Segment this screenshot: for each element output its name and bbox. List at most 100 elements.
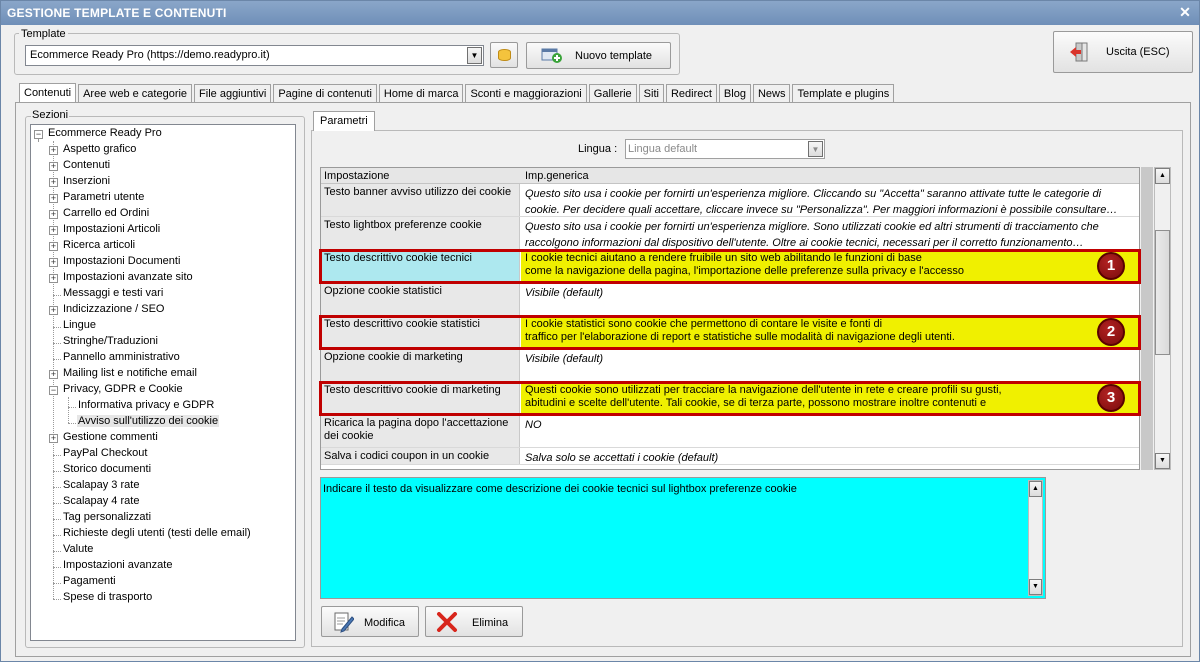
language-select[interactable]: Lingua default ▼	[625, 139, 825, 159]
tab-file-aggiuntivi[interactable]: File aggiuntivi	[194, 84, 272, 103]
tree-item[interactable]: Impostazioni avanzate	[49, 559, 173, 575]
tree-item[interactable]: + Mailing list e notifiche email	[49, 367, 198, 383]
scroll-up-icon[interactable]: ▲	[1155, 168, 1170, 184]
tree-item[interactable]: Scalapay 4 rate	[49, 495, 140, 511]
description-scrollbar[interactable]: ▲ ▼	[1028, 480, 1043, 596]
collapse-icon[interactable]: −	[34, 130, 43, 139]
tree-item[interactable]: + Indicizzazione / SEO	[49, 303, 166, 319]
expand-icon[interactable]: +	[49, 178, 58, 187]
number-badge: 2	[1097, 318, 1125, 346]
setting-name-cell: Salva i codici coupon in un cookie	[321, 448, 520, 464]
tree-root[interactable]: − Ecommerce Ready Pro	[33, 127, 163, 143]
new-template-button[interactable]: Nuovo template	[526, 42, 671, 69]
tree-item[interactable]: Pannello amministrativo	[49, 351, 181, 367]
tree-item[interactable]: PayPal Checkout	[49, 447, 148, 463]
expand-icon[interactable]: +	[49, 194, 58, 203]
grid-row[interactable]: Opzione cookie statistici Visibile (defau…	[321, 283, 1139, 316]
template-select[interactable]: Ecommerce Ready Pro (https://demo.readyp…	[25, 45, 484, 66]
scroll-thumb[interactable]	[1155, 230, 1170, 355]
scroll-up-icon[interactable]: ▲	[1029, 481, 1042, 497]
database-icon	[498, 49, 511, 61]
tree-item[interactable]: + Gestione commenti	[49, 431, 159, 447]
tree-item[interactable]: + Parametri utente	[49, 191, 145, 207]
exit-button[interactable]: Uscita (ESC)	[1053, 31, 1193, 73]
tree-item-label: Impostazioni avanzate sito	[63, 271, 193, 283]
description-textarea[interactable]: Indicare il testo da visualizzare come d…	[320, 477, 1046, 599]
tab-redirect[interactable]: Redirect	[665, 84, 717, 103]
tree-item[interactable]: Pagamenti	[49, 575, 117, 591]
modify-button[interactable]: Modifica	[321, 606, 419, 637]
close-icon[interactable]: ✕	[1179, 4, 1191, 21]
tree-item[interactable]: + Impostazioni avanzate sito	[49, 271, 194, 287]
grid-header: Impostazione Imp.generica	[321, 168, 1139, 184]
scroll-down-icon[interactable]: ▼	[1155, 453, 1170, 469]
tree-item[interactable]: Scalapay 3 rate	[49, 479, 140, 495]
expand-icon[interactable]: +	[49, 274, 58, 283]
delete-button[interactable]: Elimina	[425, 606, 523, 637]
grid-row[interactable]: Testo descrittivo cookie tecnici I cookie…	[321, 250, 1139, 283]
title-bar: GESTIONE TEMPLATE E CONTENUTI ✕	[1, 1, 1199, 25]
tree-item[interactable]: Storico documenti	[49, 463, 152, 479]
settings-grid[interactable]: Impostazione Imp.generica Testo banner a…	[320, 167, 1140, 470]
tab-sconti[interactable]: Sconti e maggiorazioni	[465, 84, 587, 103]
tree-item[interactable]: Stringhe/Traduzioni	[49, 335, 159, 351]
tree-item[interactable]: Tag personalizzati	[49, 511, 152, 527]
value-line: Questi cookie sono utilizzati per tracci…	[525, 384, 1002, 396]
tab-pagine-contenuti[interactable]: Pagine di contenuti	[273, 84, 377, 103]
tab-contenuti[interactable]: Contenuti	[19, 83, 77, 103]
tab-template-plugins[interactable]: Template e plugins	[792, 84, 895, 103]
tab-siti[interactable]: Siti	[638, 84, 664, 103]
tree-item[interactable]: + Impostazioni Documenti	[49, 255, 181, 271]
tree-item[interactable]: + Carrello ed Ordini	[49, 207, 150, 223]
tab-home-marca[interactable]: Home di marca	[378, 84, 464, 103]
collapse-icon[interactable]: −	[49, 386, 58, 395]
grid-gutter	[1141, 167, 1153, 470]
tab-news[interactable]: News	[752, 84, 791, 103]
tree-item[interactable]: Richieste degli utenti (testi delle emai…	[49, 527, 252, 543]
chevron-down-icon[interactable]: ▼	[808, 141, 823, 157]
sections-tree[interactable]: − Ecommerce Ready Pro + Aspetto grafico + C…	[30, 124, 296, 641]
scroll-down-icon[interactable]: ▼	[1029, 579, 1042, 595]
tree-item[interactable]: Avviso sull'utilizzo dei cookie	[64, 415, 220, 431]
tree-item[interactable]: + Contenuti	[49, 159, 111, 175]
chevron-down-icon[interactable]: ▼	[467, 47, 482, 64]
grid-row[interactable]: Opzione cookie di marketing Visibile (def…	[321, 349, 1139, 382]
tree-item[interactable]: + Aspetto grafico	[49, 143, 137, 159]
template-database-button[interactable]	[490, 42, 518, 68]
expand-icon[interactable]: +	[49, 434, 58, 443]
expand-icon[interactable]: +	[49, 146, 58, 155]
tab-parametri[interactable]: Parametri	[313, 111, 375, 131]
tree-item[interactable]: + Ricerca articoli	[49, 239, 136, 255]
grid-scrollbar[interactable]: ▲ ▼	[1154, 167, 1171, 470]
expand-icon[interactable]: +	[49, 370, 58, 379]
sections-label: Sezioni	[31, 109, 70, 121]
tree-item-label: Lingue	[63, 319, 97, 331]
grid-row[interactable]: Testo descrittivo cookie di marketing Que…	[321, 382, 1139, 415]
expand-icon[interactable]: +	[49, 162, 58, 171]
expand-icon[interactable]: +	[49, 258, 58, 267]
tree-item[interactable]: − Privacy, GDPR e Cookie	[49, 383, 184, 399]
value-line: traffico per l'elaborazione di report e …	[525, 331, 955, 343]
grid-row[interactable]: Testo banner avviso utilizzo dei cookie Q…	[321, 184, 1139, 217]
grid-row[interactable]: Testo descrittivo cookie statistici I coo…	[321, 316, 1139, 349]
tree-item[interactable]: Informativa privacy e GDPR	[64, 399, 215, 415]
tree-item[interactable]: Lingue	[49, 319, 97, 335]
tree-item[interactable]: Valute	[49, 543, 94, 559]
expand-icon[interactable]: +	[49, 242, 58, 251]
expand-icon[interactable]: +	[49, 306, 58, 315]
tree-item[interactable]: Spese di trasporto	[49, 591, 153, 607]
tab-gallerie[interactable]: Gallerie	[588, 84, 637, 103]
expand-icon[interactable]: +	[49, 226, 58, 235]
tree-item[interactable]: + Inserzioni	[49, 175, 111, 191]
grid-row[interactable]: Testo lightbox preferenze cookie Questo s…	[321, 217, 1139, 250]
tab-blog[interactable]: Blog	[718, 84, 751, 103]
tab-aree-web[interactable]: Aree web e categorie	[78, 84, 193, 103]
tree-item[interactable]: + Impostazioni Articoli	[49, 223, 161, 239]
expand-icon[interactable]: +	[49, 210, 58, 219]
template-select-value: Ecommerce Ready Pro (https://demo.readyp…	[30, 49, 270, 61]
tree-item-label: Spese di trasporto	[63, 591, 153, 603]
tree-item[interactable]: Messaggi e testi vari	[49, 287, 164, 303]
setting-name-cell: Ricarica la pagina dopo l'accettazione d…	[321, 415, 520, 447]
grid-row[interactable]: Ricarica la pagina dopo l'accettazione d…	[321, 415, 1139, 448]
grid-row[interactable]: Salva i codici coupon in un cookie Salva …	[321, 448, 1139, 465]
